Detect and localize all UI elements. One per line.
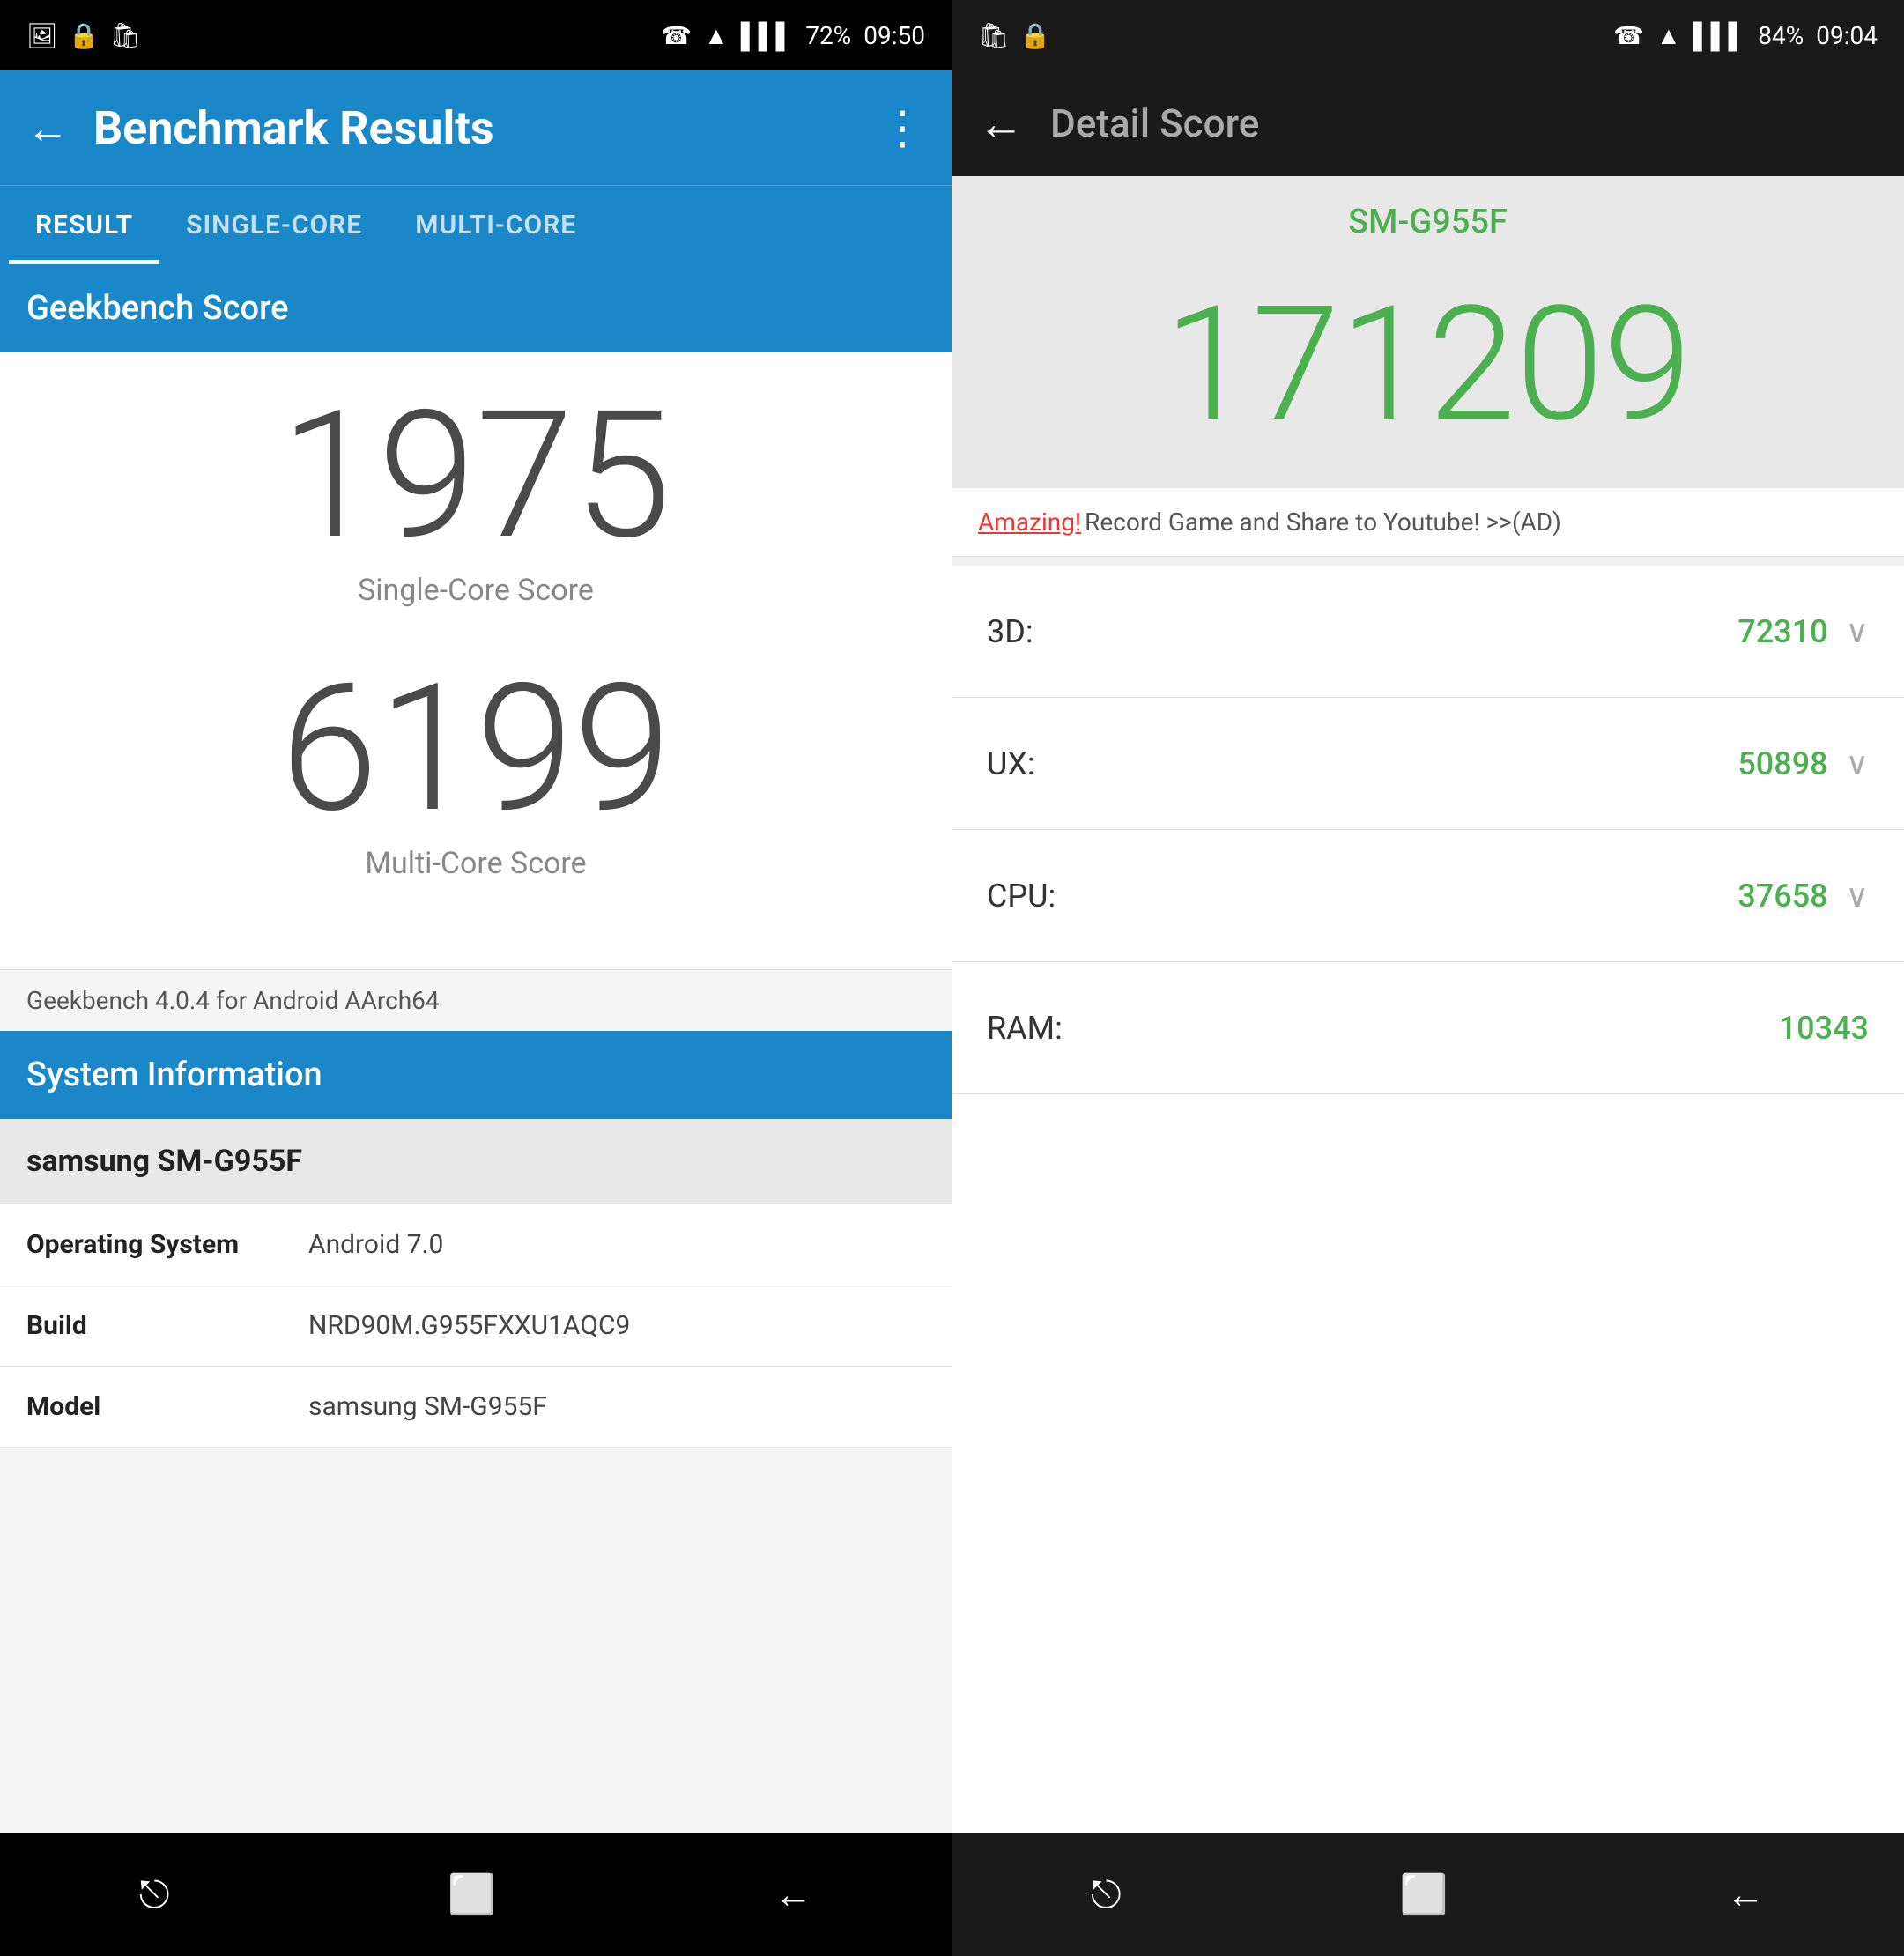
status-icons-right: 🛍 🔒 [978, 21, 1050, 50]
build-row: Build NRD90M.G955FXXU1AQC9 [0, 1285, 952, 1367]
device-name-right: SM-G955F [952, 176, 1904, 268]
bag-icon-right: 🛍 [978, 21, 1010, 50]
ux-right: 50898 ∨ [1737, 745, 1869, 782]
single-core-label: Single-Core Score [358, 573, 594, 608]
ad-amazing: Amazing! [978, 508, 1081, 537]
3d-right: 72310 ∨ [1737, 613, 1869, 650]
system-info-header: System Information [0, 1031, 952, 1119]
back-nav-right[interactable]: ← [1726, 1871, 1765, 1917]
ux-value: 50898 [1737, 745, 1827, 782]
3d-row[interactable]: 3D: 72310 ∨ [952, 566, 1904, 698]
back-button-right[interactable]: ← [978, 97, 1024, 151]
signal-icon: ▌▌▌ [741, 21, 794, 50]
wifi-icon: ▲ [704, 21, 729, 50]
status-icons-left: 🖼 🔒 🛍 [26, 21, 141, 50]
recents-button-right[interactable]: ⎋ [1091, 1871, 1122, 1917]
3d-label: 3D: [987, 613, 1033, 650]
cpu-value: 37658 [1737, 878, 1827, 915]
chevron-cpu-icon: ∨ [1846, 878, 1869, 915]
tab-result[interactable]: RESULT [9, 186, 159, 264]
model-row: Model samsung SM-G955F [0, 1367, 952, 1448]
more-button-left[interactable]: ⋮ [879, 101, 925, 155]
status-bar-left: 🖼 🔒 🛍 ☎ ▲ ▌▌▌ 72% 09:50 [0, 0, 952, 70]
bottom-nav-right: ⎋ ⬜ ← [952, 1833, 1904, 1956]
multi-core-label: Multi-Core Score [365, 846, 586, 881]
ad-banner[interactable]: Amazing! Record Game and Share to Youtub… [952, 488, 1904, 557]
recents-button-left[interactable]: ⎋ [139, 1871, 170, 1917]
ux-label: UX: [987, 745, 1035, 782]
lock-icon-right: 🔒 [1020, 21, 1051, 50]
cpu-right: 37658 ∨ [1737, 878, 1869, 915]
wifi-icon-right: ▲ [1656, 21, 1681, 50]
device-name-row: samsung SM-G955F [0, 1119, 952, 1204]
title-area: ← Benchmark Results [26, 101, 494, 155]
os-row: Operating System Android 7.0 [0, 1204, 952, 1285]
bottom-nav-left: ⎋ ⬜ ← [0, 1833, 952, 1956]
tabs-bar: RESULT SINGLE-CORE MULTI-CORE [0, 185, 952, 264]
battery-left: 72% [805, 21, 851, 50]
left-panel: 🖼 🔒 🛍 ☎ ▲ ▌▌▌ 72% 09:50 ← Benchmark Resu… [0, 0, 952, 1956]
home-button-left[interactable]: ⬜ [448, 1871, 496, 1917]
score-rows: 3D: 72310 ∨ UX: 50898 ∨ CPU: 37658 ∨ RAM… [952, 566, 1904, 1833]
3d-value: 72310 [1737, 613, 1827, 650]
battery-right: 84% [1758, 21, 1804, 50]
chevron-ux-icon: ∨ [1846, 745, 1869, 782]
app-bar-left: ← Benchmark Results ⋮ [0, 70, 952, 185]
back-button-left[interactable]: ← [26, 103, 69, 153]
signal-icon-right: ▌▌▌ [1693, 21, 1746, 50]
geekbench-score-header: Geekbench Score [0, 264, 952, 352]
multi-core-score: 6199 [280, 661, 671, 837]
geekbench-version: Geekbench 4.0.4 for Android AArch64 [0, 969, 952, 1031]
ad-text: Record Game and Share to Youtube! >>(AD) [1085, 508, 1561, 537]
phone-icon-right: ☎ [1613, 21, 1644, 50]
time-right: 09:04 [1816, 21, 1878, 50]
time-left: 09:50 [863, 21, 925, 50]
right-panel: 🛍 🔒 ☎ ▲ ▌▌▌ 84% 09:04 ← Detail Score SM-… [952, 0, 1904, 1956]
cpu-label: CPU: [987, 878, 1056, 915]
scores-area: 1975 Single-Core Score 6199 Multi-Core S… [0, 352, 952, 969]
chevron-3d-icon: ∨ [1846, 613, 1869, 650]
app-bar-right: ← Detail Score [952, 70, 1904, 176]
info-table: samsung SM-G955F Operating System Androi… [0, 1119, 952, 1448]
bag-icon: 🛍 [109, 21, 141, 50]
ram-value: 10343 [1779, 1010, 1869, 1047]
ram-label: RAM: [987, 1010, 1063, 1047]
home-button-right[interactable]: ⬜ [1400, 1871, 1448, 1917]
phone-icon: ☎ [661, 21, 692, 50]
detail-score-title: Detail Score [1050, 100, 1259, 146]
total-score: 171209 [978, 285, 1878, 444]
lock-icon: 🔒 [69, 21, 100, 50]
status-right-left: ☎ ▲ ▌▌▌ 72% 09:50 [661, 21, 925, 50]
status-right-right: ☎ ▲ ▌▌▌ 84% 09:04 [1613, 21, 1878, 50]
tab-single-core[interactable]: SINGLE-CORE [159, 186, 389, 264]
back-nav-left[interactable]: ← [774, 1871, 812, 1917]
ram-right: 10343 [1779, 1010, 1869, 1047]
single-core-score: 1975 [280, 388, 671, 564]
photo-icon: 🖼 [26, 21, 58, 50]
total-score-area: 171209 [952, 268, 1904, 488]
status-bar-right: 🛍 🔒 ☎ ▲ ▌▌▌ 84% 09:04 [952, 0, 1904, 70]
ux-row[interactable]: UX: 50898 ∨ [952, 698, 1904, 830]
tab-multi-core[interactable]: MULTI-CORE [389, 186, 603, 264]
ram-row[interactable]: RAM: 10343 [952, 962, 1904, 1094]
app-title-left: Benchmark Results [93, 101, 494, 155]
cpu-row[interactable]: CPU: 37658 ∨ [952, 830, 1904, 962]
